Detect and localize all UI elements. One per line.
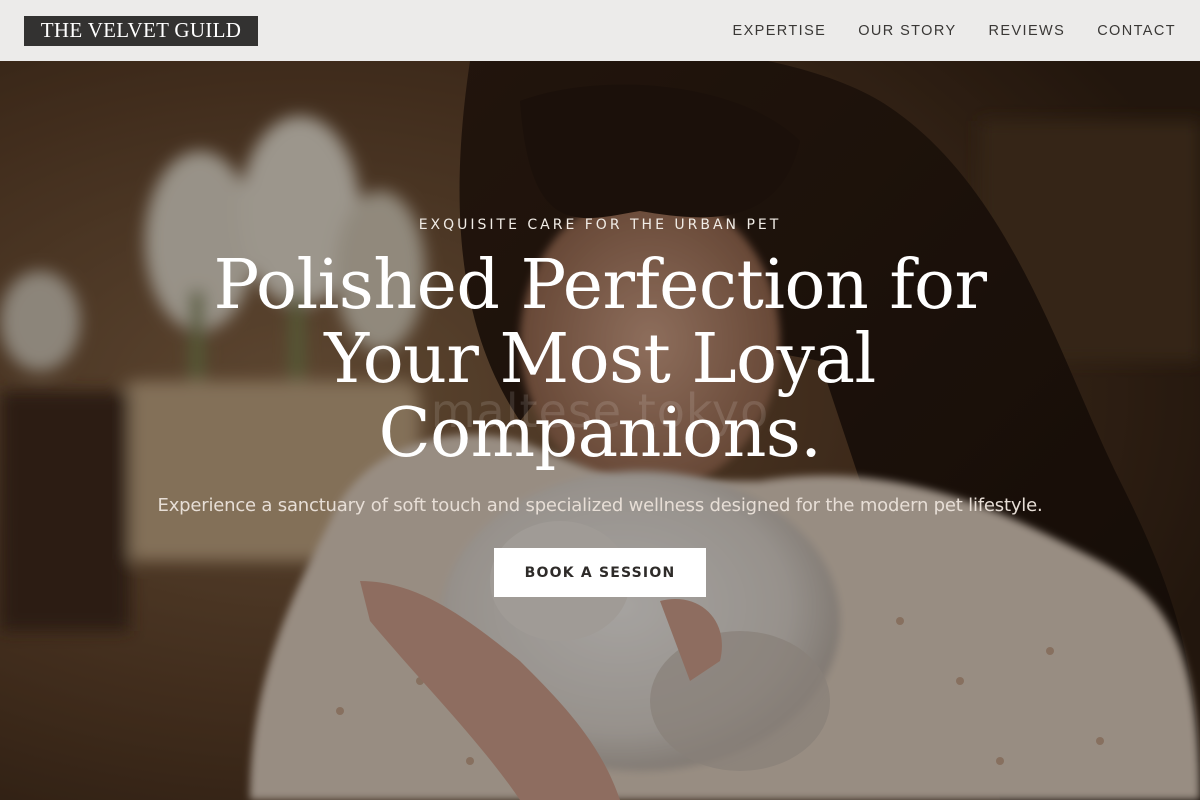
hero-subtext: Experience a sanctuary of soft touch and… [157,495,1043,516]
nav-link-expertise[interactable]: EXPERTISE [733,23,827,39]
site-header: THE VELVET GUILD EXPERTISE OUR STORY REV… [0,0,1200,61]
nav-link-reviews[interactable]: REVIEWS [989,23,1066,39]
nav-link-contact[interactable]: CONTACT [1097,23,1176,39]
site-logo[interactable]: THE VELVET GUILD [24,15,258,46]
book-session-button[interactable]: BOOK A SESSION [494,548,706,597]
nav-link-our-story[interactable]: OUR STORY [858,23,956,39]
hero-eyebrow: EXQUISITE CARE FOR THE URBAN PET [418,217,782,233]
hero-headline: Polished Perfection for Your Most Loyal … [213,246,988,473]
hero-content: maltese tokyo EXQUISITE CARE FOR THE URB… [0,61,1200,800]
main-nav: EXPERTISE OUR STORY REVIEWS CONTACT [701,23,1177,39]
